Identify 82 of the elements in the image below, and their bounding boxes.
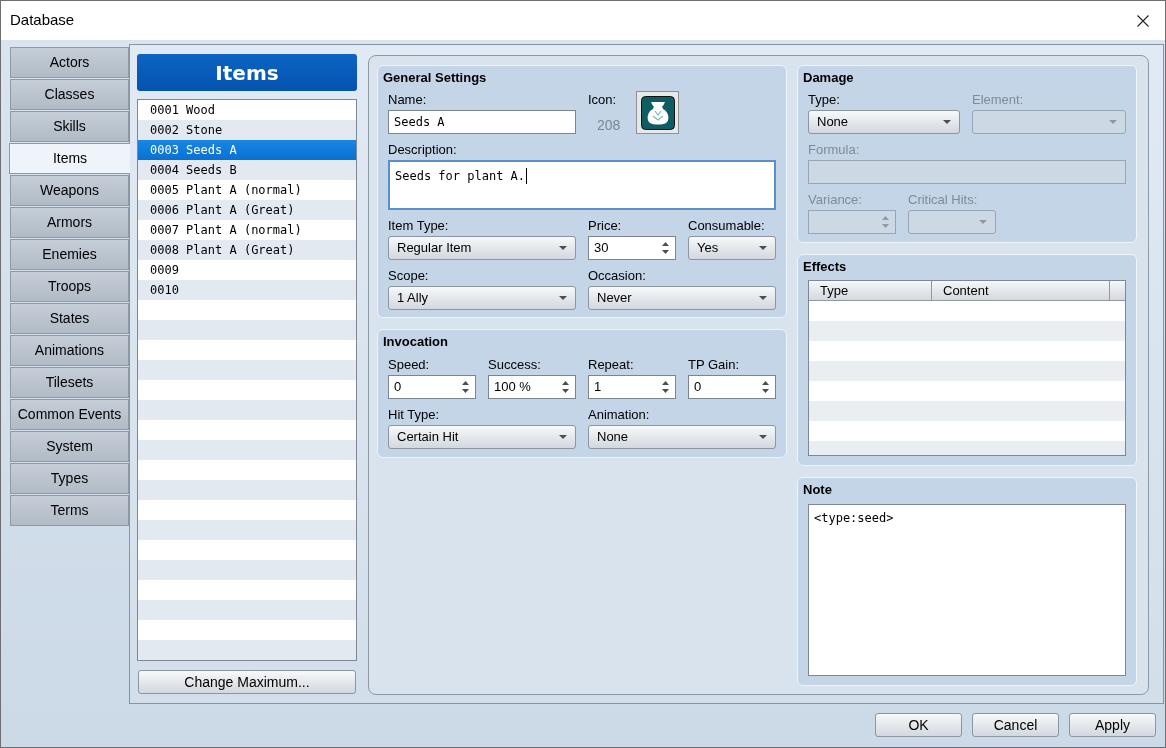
spinner-arrows-icon bbox=[662, 242, 669, 254]
group-title: Effects bbox=[803, 259, 848, 275]
tab[interactable]: Common Events bbox=[10, 399, 129, 430]
tab[interactable]: Animations bbox=[10, 335, 129, 366]
list-header: Items bbox=[137, 54, 357, 91]
field-label: Repeat: bbox=[588, 357, 635, 373]
group-title: General Settings bbox=[383, 70, 488, 86]
field-label: Element: bbox=[972, 92, 1025, 108]
field-label: Occasion: bbox=[588, 268, 647, 284]
field-label: Variance: bbox=[808, 192, 863, 208]
dialog-button[interactable]: Apply bbox=[1069, 713, 1156, 737]
dropdown[interactable]: None bbox=[588, 425, 776, 449]
caret-down-icon bbox=[559, 296, 567, 300]
icon-picker-button[interactable] bbox=[636, 91, 679, 134]
column-header[interactable]: Content bbox=[932, 281, 1110, 300]
dropdown[interactable]: 1 Ally bbox=[388, 286, 576, 310]
field-label: Scope: bbox=[388, 268, 430, 284]
field-label: Critical Hits: bbox=[908, 192, 979, 208]
list-item[interactable]: 0003 Seeds A bbox=[138, 140, 356, 160]
field-label: Icon: bbox=[588, 92, 618, 108]
group-title: Note bbox=[803, 482, 833, 498]
field-label: Item Type: bbox=[388, 218, 450, 234]
field-label: Speed: bbox=[388, 357, 431, 373]
tab[interactable]: Weapons bbox=[10, 175, 129, 206]
dialog-button[interactable]: Cancel bbox=[972, 713, 1059, 737]
change-maximum-button[interactable]: Change Maximum... bbox=[138, 670, 356, 694]
field-label: Formula: bbox=[808, 142, 861, 158]
caret-down-icon bbox=[943, 120, 951, 124]
spinner-arrows-icon bbox=[882, 216, 889, 228]
bag-icon bbox=[640, 95, 675, 130]
field-label: Hit Type: bbox=[388, 407, 441, 423]
tab[interactable]: States bbox=[10, 303, 129, 334]
note-field[interactable]: <type:seed> bbox=[808, 504, 1126, 676]
caret-down-icon bbox=[979, 220, 987, 224]
dialog-button[interactable]: OK bbox=[875, 713, 962, 737]
number-spinner[interactable]: 0 bbox=[388, 375, 476, 399]
group-title: Damage bbox=[803, 70, 855, 86]
tab[interactable]: Terms bbox=[10, 495, 129, 526]
spinner-arrows-icon bbox=[562, 381, 569, 393]
tab[interactable]: Skills bbox=[10, 111, 129, 142]
number-spinner[interactable]: 30 bbox=[588, 236, 676, 260]
number-spinner[interactable]: 1 bbox=[588, 375, 676, 399]
caret-down-icon bbox=[1109, 120, 1117, 124]
dropdown[interactable]: Yes bbox=[688, 236, 776, 260]
icon-index: 208 bbox=[596, 117, 622, 133]
window-title: Database bbox=[10, 10, 75, 31]
caret-down-icon bbox=[559, 246, 567, 250]
text-field[interactable]: Seeds A bbox=[388, 110, 576, 134]
tab[interactable]: Classes bbox=[10, 79, 129, 110]
close-icon bbox=[1137, 14, 1149, 27]
tab[interactable]: Items bbox=[9, 143, 130, 174]
tab[interactable]: Actors bbox=[10, 47, 129, 78]
field-label: Price: bbox=[588, 218, 623, 234]
dropdown[interactable]: Certain Hit bbox=[388, 425, 576, 449]
field-label: Name: bbox=[388, 92, 428, 108]
tab[interactable]: Tilesets bbox=[10, 367, 129, 398]
spinner-arrows-icon bbox=[662, 381, 669, 393]
field-label: Description: bbox=[388, 142, 458, 158]
field-label: Success: bbox=[488, 357, 542, 373]
tab[interactable]: System bbox=[10, 431, 129, 462]
group-title: Invocation bbox=[383, 334, 449, 350]
number-spinner[interactable]: 0 bbox=[688, 375, 776, 399]
caret-down-icon bbox=[759, 435, 767, 439]
tab[interactable]: Troops bbox=[10, 271, 129, 302]
number-spinner[interactable]: 100 % bbox=[488, 375, 576, 399]
field-label: Animation: bbox=[588, 407, 651, 423]
text-area[interactable]: Seeds for plant A. bbox=[388, 160, 776, 210]
field-label: Type: bbox=[808, 92, 841, 108]
dropdown[interactable]: Never bbox=[588, 286, 776, 310]
caret-down-icon bbox=[759, 296, 767, 300]
tab[interactable]: Enemies bbox=[10, 239, 129, 270]
tab[interactable]: Types bbox=[10, 463, 129, 494]
caret-down-icon bbox=[759, 246, 767, 250]
field-label: TP Gain: bbox=[688, 357, 741, 373]
spinner-arrows-icon bbox=[762, 381, 769, 393]
tab[interactable]: Armors bbox=[10, 207, 129, 238]
column-header[interactable]: Type bbox=[809, 281, 932, 300]
spinner-arrows-icon bbox=[462, 381, 469, 393]
dropdown[interactable]: None bbox=[808, 110, 960, 134]
dropdown[interactable]: Regular Item bbox=[388, 236, 576, 260]
caret-down-icon bbox=[559, 435, 567, 439]
field-label: Consumable: bbox=[688, 218, 766, 234]
